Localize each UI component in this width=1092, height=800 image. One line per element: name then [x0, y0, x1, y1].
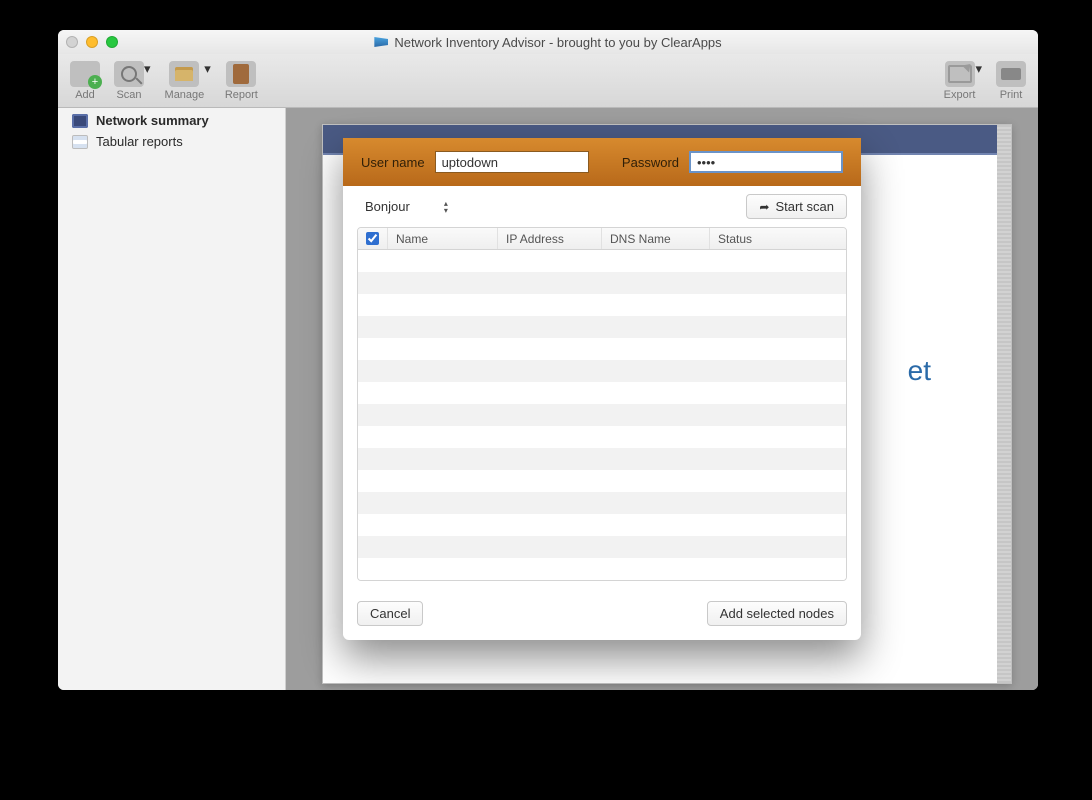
dialog-footer: Cancel Add selected nodes: [343, 591, 861, 640]
export-dropdown-chevron-icon[interactable]: ▾: [975, 61, 982, 77]
results-table: Name IP Address DNS Name Status: [357, 227, 847, 581]
printer-icon: [996, 61, 1026, 87]
manage-label: Manage: [165, 89, 205, 101]
scan-method-value: Bonjour: [365, 199, 410, 214]
table-header: Name IP Address DNS Name Status: [358, 228, 846, 250]
arrow-right-icon: ➦: [759, 200, 769, 214]
table-row[interactable]: [358, 338, 846, 360]
table-row[interactable]: [358, 404, 846, 426]
titlebar: Network Inventory Advisor - brought to y…: [58, 30, 1038, 54]
sidebar-item-network-summary[interactable]: Network summary: [58, 110, 285, 131]
window-title: Network Inventory Advisor - brought to y…: [394, 35, 721, 50]
start-scan-label: Start scan: [775, 199, 834, 214]
report-label: Report: [225, 89, 258, 101]
column-header-ip[interactable]: IP Address: [498, 228, 602, 249]
tabular-icon: [72, 135, 88, 149]
password-input[interactable]: [689, 151, 843, 173]
column-header-dns[interactable]: DNS Name: [602, 228, 710, 249]
scan-dialog: User name Password Bonjour ▴▾ ➦ Start sc…: [343, 138, 861, 640]
column-header-name[interactable]: Name: [388, 228, 498, 249]
magnifier-icon: [114, 61, 144, 87]
scan-button[interactable]: Scan: [114, 61, 144, 101]
print-button[interactable]: Print: [996, 61, 1026, 101]
export-button[interactable]: Export: [944, 61, 976, 101]
table-row[interactable]: [358, 448, 846, 470]
table-body: [358, 250, 846, 580]
close-window-button[interactable]: [66, 36, 78, 48]
table-row[interactable]: [358, 514, 846, 536]
report-button[interactable]: Report: [225, 61, 258, 101]
summary-icon: [72, 114, 88, 128]
table-row[interactable]: [358, 294, 846, 316]
column-header-status[interactable]: Status: [710, 228, 846, 249]
add-button[interactable]: Add: [70, 61, 100, 101]
table-row[interactable]: [358, 492, 846, 514]
toolbar: Add Scan ▾ Manage ▾ Report Export: [58, 54, 1038, 108]
scan-controls: Bonjour ▴▾ ➦ Start scan: [343, 186, 861, 227]
report-icon: [226, 61, 256, 87]
table-row[interactable]: [358, 250, 846, 272]
username-input[interactable]: [435, 151, 589, 173]
partial-report-text: et: [908, 355, 931, 387]
app-window: Network Inventory Advisor - brought to y…: [58, 30, 1038, 690]
table-row[interactable]: [358, 272, 846, 294]
sidebar-item-label: Network summary: [96, 113, 209, 128]
password-label: Password: [622, 155, 679, 170]
table-row[interactable]: [358, 536, 846, 558]
sidebar-item-tabular-reports[interactable]: Tabular reports: [58, 131, 285, 152]
print-label: Print: [1000, 89, 1023, 101]
add-node-icon: [70, 61, 100, 87]
cancel-label: Cancel: [370, 606, 410, 621]
table-row[interactable]: [358, 382, 846, 404]
table-row[interactable]: [358, 470, 846, 492]
drawer-icon: [169, 61, 199, 87]
zoom-window-button[interactable]: [106, 36, 118, 48]
app-icon: [374, 37, 388, 47]
table-row[interactable]: [358, 316, 846, 338]
scan-label: Scan: [116, 89, 141, 101]
table-row[interactable]: [358, 426, 846, 448]
scan-method-select[interactable]: Bonjour ▴▾: [357, 197, 456, 216]
username-label: User name: [361, 155, 425, 170]
sidebar-item-label: Tabular reports: [96, 134, 183, 149]
sidebar: Network summary Tabular reports: [58, 108, 286, 690]
scrollbar[interactable]: [997, 125, 1011, 683]
add-selected-label: Add selected nodes: [720, 606, 834, 621]
scan-dropdown-chevron-icon[interactable]: ▾: [144, 61, 151, 77]
table-row[interactable]: [358, 360, 846, 382]
cancel-button[interactable]: Cancel: [357, 601, 423, 626]
add-label: Add: [75, 89, 95, 101]
manage-dropdown-chevron-icon[interactable]: ▾: [204, 61, 211, 77]
credentials-bar: User name Password: [343, 138, 861, 186]
select-stepper-icon: ▴▾: [444, 200, 448, 214]
table-row[interactable]: [358, 558, 846, 580]
start-scan-button[interactable]: ➦ Start scan: [746, 194, 847, 219]
add-selected-nodes-button[interactable]: Add selected nodes: [707, 601, 847, 626]
export-icon: [945, 61, 975, 87]
minimize-window-button[interactable]: [86, 36, 98, 48]
select-all-checkbox[interactable]: [366, 232, 379, 245]
export-label: Export: [944, 89, 976, 101]
manage-button[interactable]: Manage: [165, 61, 205, 101]
select-all-header[interactable]: [358, 228, 388, 249]
